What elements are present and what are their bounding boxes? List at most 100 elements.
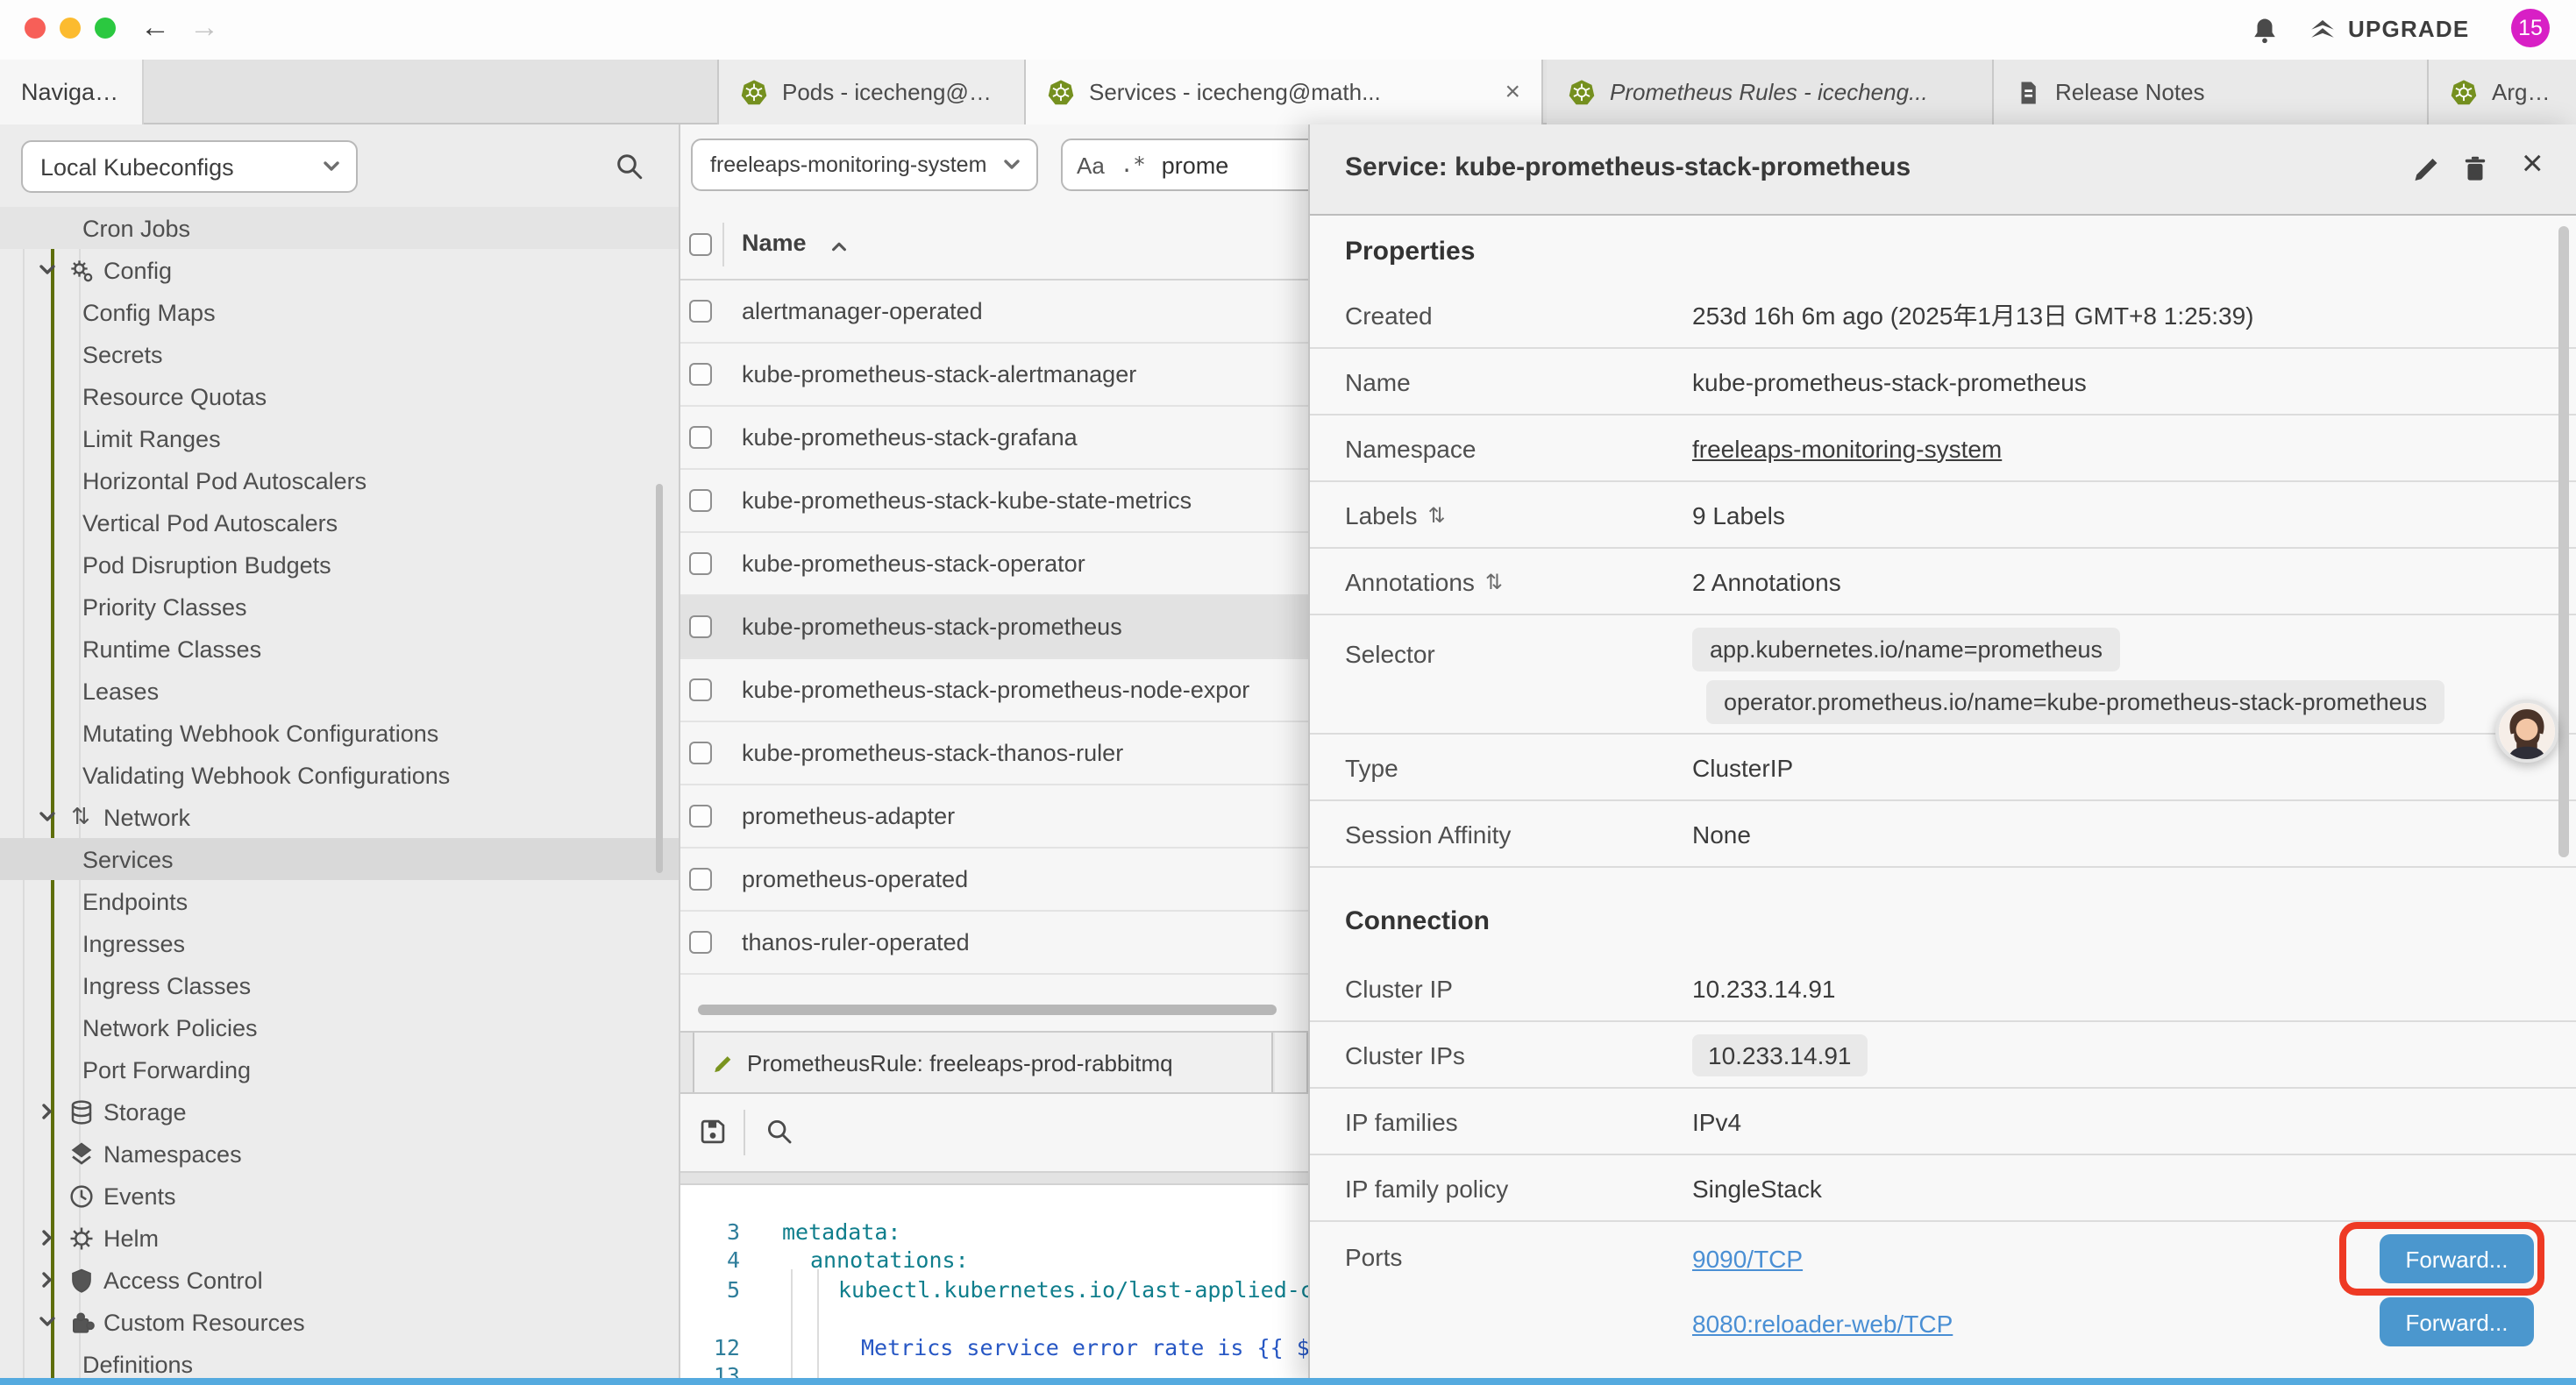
row-checkbox[interactable] [689,552,712,575]
sidebar-item-endpoints[interactable]: Endpoints [0,880,679,922]
sidebar-item-runtime-classes[interactable]: Runtime Classes [0,628,679,670]
upgrade-button[interactable]: UPGRADE [2348,16,2469,42]
sidebar-item-access-control[interactable]: Access Control [0,1259,679,1301]
sort-icon[interactable]: ⇅ [1428,502,1446,527]
selector-chip[interactable]: operator.prometheus.io/name=kube-prometh… [1706,680,2444,724]
yaml-editor[interactable]: 3metadata: 4annotations: 5kubectl.kubern… [680,1185,1308,1385]
sidebar-item-pod-disruption-budgets[interactable]: Pod Disruption Budgets [0,543,679,586]
horizontal-scrollbar[interactable] [698,1005,1277,1015]
row-checkbox[interactable] [689,489,712,512]
tab-argo[interactable]: Argo Se [2429,60,2576,124]
table-row[interactable]: prometheus-adapter [680,785,1308,849]
sidebar-item-secrets[interactable]: Secrets [0,333,679,375]
port-link-8080[interactable]: 8080:reloader-web/TCP [1692,1310,1953,1338]
navigator-panel-tab[interactable]: Navigator [0,60,144,124]
tab-services-active[interactable]: Services - icecheng@math... × [1026,60,1543,124]
tab-prometheus-rules[interactable]: Prometheus Rules - icecheng... [1547,60,1994,124]
name-column-header[interactable]: Name [742,230,807,256]
close-panel-icon[interactable]: × [2522,144,2544,186]
sidebar-item-network[interactable]: ⇅ Network [0,796,679,838]
back-icon[interactable]: ← [140,11,170,46]
forward-button-8080[interactable]: Forward... [2380,1297,2534,1346]
selector-chip[interactable]: app.kubernetes.io/name=prometheus [1692,628,2120,671]
traffic-light-zoom[interactable] [95,18,116,39]
editor-tab-prometheusrule[interactable]: PrometheusRule: freeleaps-prod-rabbitmq [693,1033,1273,1092]
regex-icon[interactable]: .* [1121,153,1146,177]
sidebar-item-port-forwarding[interactable]: Port Forwarding [0,1048,679,1090]
table-row[interactable]: kube-prometheus-stack-kube-state-metrics [680,470,1308,533]
sidebar-item-ingress-classes[interactable]: Ingress Classes [0,964,679,1006]
tab-pods[interactable]: Pods - icecheng@mathmas... [717,60,1026,124]
upgrade-icon[interactable] [2308,16,2338,46]
tab-release-notes[interactable]: Release Notes [1994,60,2429,124]
row-checkbox[interactable] [689,363,712,386]
select-all-checkbox[interactable] [689,233,712,256]
edit-pencil-icon[interactable] [2411,153,2443,184]
table-row[interactable]: kube-prometheus-stack-alertmanager [680,344,1308,407]
row-checkbox[interactable] [689,426,712,449]
table-row[interactable]: kube-prometheus-stack-thanos-ruler [680,722,1308,785]
row-checkbox[interactable] [689,615,712,638]
sidebar-item-vertical-pod-autoscalers[interactable]: Vertical Pod Autoscalers [0,501,679,543]
row-checkbox[interactable] [689,868,712,891]
services-table: alertmanager-operated kube-prometheus-st… [680,281,1308,975]
sort-ascending-icon[interactable] [829,237,849,256]
list-search-input[interactable]: Aa .* prome [1061,138,1308,191]
notifications-bell-icon[interactable] [2250,14,2280,47]
sidebar-item-storage[interactable]: Storage [0,1090,679,1133]
sidebar-item-ingresses[interactable]: Ingresses [0,922,679,964]
sidebar-search-icon[interactable] [614,151,645,182]
kubeconfig-selector[interactable]: Local Kubeconfigs [21,140,358,193]
row-checkbox[interactable] [689,742,712,764]
sidebar-item-helm[interactable]: Helm [0,1217,679,1259]
detail-row-cluster-ips: Cluster IPs 10.233.14.91 [1310,1022,2576,1089]
port-link-9090[interactable]: 9090/TCP [1692,1245,1803,1273]
row-checkbox[interactable] [689,300,712,323]
gear-icon [67,257,95,283]
row-checkbox[interactable] [689,678,712,701]
traffic-light-minimize[interactable] [60,18,81,39]
row-checkbox[interactable] [689,931,712,954]
namespace-filter-dropdown[interactable]: freeleaps-monitoring-system [691,138,1038,191]
sidebar-item-limit-ranges[interactable]: Limit Ranges [0,417,679,459]
table-row[interactable]: kube-prometheus-stack-grafana [680,407,1308,470]
namespace-link[interactable]: freeleaps-monitoring-system [1692,434,2002,462]
table-row[interactable]: prometheus-operated [680,849,1308,912]
sidebar-scrollbar[interactable] [656,484,663,873]
table-row[interactable]: thanos-ruler-operated [680,912,1308,975]
sidebar-item-services[interactable]: Services [0,838,679,880]
sidebar-item-leases[interactable]: Leases [0,670,679,712]
labels-count[interactable]: 9 Labels [1692,501,1785,529]
sidebar-item-validating-webhook-configurations[interactable]: Validating Webhook Configurations [0,754,679,796]
sidebar-item-events[interactable]: Events [0,1175,679,1217]
sort-icon[interactable]: ⇅ [1485,569,1503,593]
tab-pods-label: Pods - icecheng@mathmas... [782,79,1003,105]
forward-icon[interactable]: → [189,11,219,46]
match-case-icon[interactable]: Aa [1077,152,1105,178]
editor-search-icon[interactable] [765,1117,794,1147]
table-row[interactable]: alertmanager-operated [680,281,1308,344]
row-checkbox[interactable] [689,805,712,827]
sidebar-item-cron-jobs[interactable]: Cron Jobs [0,207,679,249]
avatar[interactable] [2495,700,2558,763]
annotations-count[interactable]: 2 Annotations [1692,567,1841,595]
table-row[interactable]: kube-prometheus-stack-prometheus-node-ex… [680,659,1308,722]
delete-trash-icon[interactable] [2460,153,2490,184]
tab-close-icon[interactable]: × [1505,79,1520,105]
sidebar-item-config-maps[interactable]: Config Maps [0,291,679,333]
sidebar-item-resource-quotas[interactable]: Resource Quotas [0,375,679,417]
sidebar-item-priority-classes[interactable]: Priority Classes [0,586,679,628]
notification-count-badge[interactable]: 15 [2511,9,2550,47]
sidebar-item-mutating-webhook-configurations[interactable]: Mutating Webhook Configurations [0,712,679,754]
detail-scrollbar[interactable] [2558,226,2569,857]
sidebar-item-custom-resources[interactable]: Custom Resources [0,1301,679,1343]
table-row[interactable]: kube-prometheus-stack-operator [680,533,1308,596]
traffic-light-close[interactable] [25,18,46,39]
sidebar-item-horizontal-pod-autoscalers[interactable]: Horizontal Pod Autoscalers [0,459,679,501]
editor-tab-partial[interactable] [1275,1033,1308,1092]
save-icon[interactable] [698,1117,728,1147]
sidebar-item-namespaces[interactable]: Namespaces [0,1133,679,1175]
sidebar-item-config[interactable]: Config [0,249,679,291]
table-row-selected[interactable]: kube-prometheus-stack-prometheus [680,596,1308,659]
sidebar-item-network-policies[interactable]: Network Policies [0,1006,679,1048]
